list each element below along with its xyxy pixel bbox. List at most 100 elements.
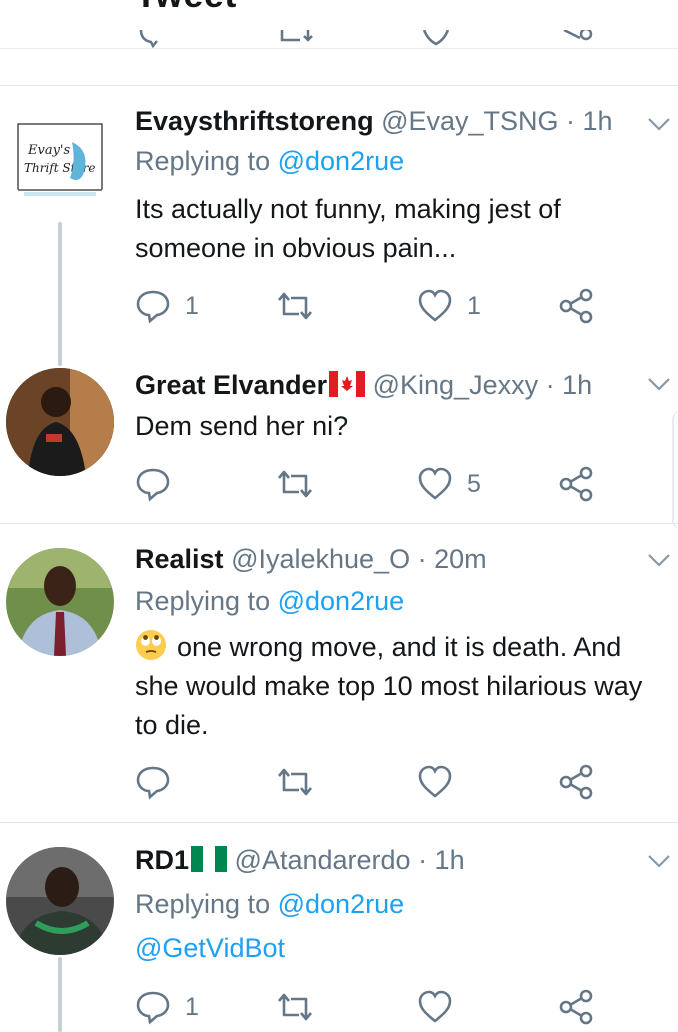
like-button[interactable] (417, 762, 467, 802)
previous-tweet-actions (0, 30, 678, 49)
retweet-button[interactable] (275, 464, 315, 504)
reply-button[interactable]: 1 (135, 987, 199, 1027)
replying-handle[interactable]: @don2rue (278, 146, 405, 176)
share-icon[interactable] (560, 30, 600, 49)
avatar[interactable] (6, 548, 114, 656)
replying-label: Replying to (135, 586, 271, 616)
retweet-icon (278, 470, 312, 498)
like-icon[interactable] (418, 30, 458, 49)
retweet-icon[interactable] (278, 30, 318, 49)
reply-button[interactable]: 1 (135, 286, 199, 326)
reply-count: 1 (185, 992, 199, 1021)
tweet-header: RD1 @Atandarerdo · 1h (135, 845, 465, 876)
retweet-button[interactable] (275, 762, 315, 802)
like-button[interactable]: 1 (417, 286, 481, 326)
display-name[interactable]: RD1 (135, 845, 189, 875)
username[interactable]: @King_Jexxy (373, 370, 538, 400)
share-button[interactable] (559, 987, 595, 1027)
tweet-header: Evaysthriftstoreng @Evay_TSNG · 1h (135, 106, 613, 137)
tweet-actions: 5 (135, 464, 655, 504)
replying-label: Replying to (135, 889, 271, 919)
username[interactable]: @Iyalekhue_O (231, 544, 410, 574)
like-icon (418, 990, 452, 1023)
share-icon (559, 764, 593, 800)
display-name[interactable]: Evaysthriftstoreng (135, 106, 374, 136)
tweet-text: Dem send her ni? (135, 411, 349, 441)
user-photo-icon (6, 368, 114, 476)
reply-tweet[interactable]: Evay's Thrift Store Evaysthriftstoreng @… (0, 86, 678, 366)
user-photo-icon (6, 548, 114, 656)
retweet-icon (278, 768, 312, 796)
display-name[interactable]: Great Elvander (135, 370, 327, 400)
chevron-down-icon[interactable] (646, 853, 672, 869)
tweet-text: one wrong move, and it is death. And she… (135, 632, 643, 740)
share-button[interactable] (559, 464, 595, 504)
tweet-text-container: @GetVidBot (135, 929, 665, 968)
svg-text:Evay's: Evay's (27, 143, 71, 158)
tweet-header: Great Elvander @King_Jexxy · 1h (135, 370, 592, 401)
share-icon (559, 989, 593, 1025)
mention-link[interactable]: @GetVidBot (135, 933, 285, 963)
timestamp[interactable]: · 20m (418, 544, 487, 574)
tweet-header: Realist @Iyalekhue_O · 20m (135, 544, 487, 575)
reply-icon (136, 468, 170, 502)
like-icon (418, 467, 452, 500)
replying-label: Replying to (135, 146, 271, 176)
username[interactable]: @Atandarerdo (235, 845, 411, 875)
display-name[interactable]: Realist (135, 544, 224, 574)
avatar[interactable]: Evay's Thrift Store (6, 102, 114, 210)
reply-button[interactable] (135, 762, 185, 802)
timestamp[interactable]: · 1h (418, 845, 465, 875)
replying-to: Replying to @don2rue (135, 146, 404, 177)
face-with-rolling-eyes-icon (136, 630, 166, 660)
retweet-button[interactable] (275, 286, 315, 326)
back-arrow-icon[interactable] (14, 0, 54, 18)
reply-icon[interactable] (135, 30, 175, 49)
like-button[interactable]: 5 (417, 464, 481, 504)
share-button[interactable] (559, 286, 595, 326)
timestamp[interactable]: · 1h (566, 106, 613, 136)
reply-tweet[interactable]: Great Elvander @King_Jexxy · 1h Dem send… (0, 366, 678, 523)
thread-line (58, 957, 62, 1032)
tweet-body: one wrong move, and it is death. And she… (135, 628, 665, 745)
username[interactable]: @Evay_TSNG (381, 106, 558, 136)
share-icon (559, 288, 593, 324)
like-count: 1 (467, 291, 481, 320)
store-logo-icon: Evay's Thrift Store (17, 123, 103, 196)
chevron-down-icon[interactable] (646, 552, 672, 568)
chevron-down-icon[interactable] (646, 376, 672, 392)
avatar[interactable] (6, 847, 114, 955)
chevron-down-icon[interactable] (646, 116, 672, 132)
page-title: Tweet (135, 0, 237, 16)
tweet-actions (135, 762, 655, 802)
thread-line (58, 222, 62, 366)
timestamp[interactable]: · 1h (546, 370, 593, 400)
reply-button[interactable] (135, 464, 185, 504)
header-bar: Tweet (0, 0, 678, 49)
canada-flag-icon (329, 371, 366, 397)
retweet-icon (278, 292, 312, 320)
reply-icon (136, 991, 170, 1025)
retweet-button[interactable] (275, 987, 315, 1027)
reply-tweet[interactable]: RD1 @Atandarerdo · 1h Replying to @don2r… (0, 823, 678, 1032)
replying-to: Replying to @don2rue (135, 889, 404, 920)
avatar[interactable] (6, 368, 114, 476)
like-button[interactable] (417, 987, 467, 1027)
replying-handle[interactable]: @don2rue (278, 586, 405, 616)
tweet-text: Its actually not funny, making jest of s… (135, 194, 561, 263)
like-icon (418, 289, 452, 322)
like-icon (418, 765, 452, 798)
reply-count: 1 (185, 291, 199, 320)
replying-to: Replying to @don2rue (135, 586, 404, 617)
retweet-icon (278, 993, 312, 1021)
share-icon (559, 466, 593, 502)
reply-icon (136, 290, 170, 324)
reply-icon (136, 766, 170, 800)
share-button[interactable] (559, 762, 595, 802)
tweet-actions: 1 (135, 987, 655, 1027)
like-count: 5 (467, 469, 481, 498)
tweet-actions: 1 1 (135, 286, 655, 326)
reply-tweet[interactable]: Realist @Iyalekhue_O · 20m Replying to @… (0, 524, 678, 822)
user-photo-icon (6, 847, 114, 955)
replying-handle[interactable]: @don2rue (278, 889, 405, 919)
